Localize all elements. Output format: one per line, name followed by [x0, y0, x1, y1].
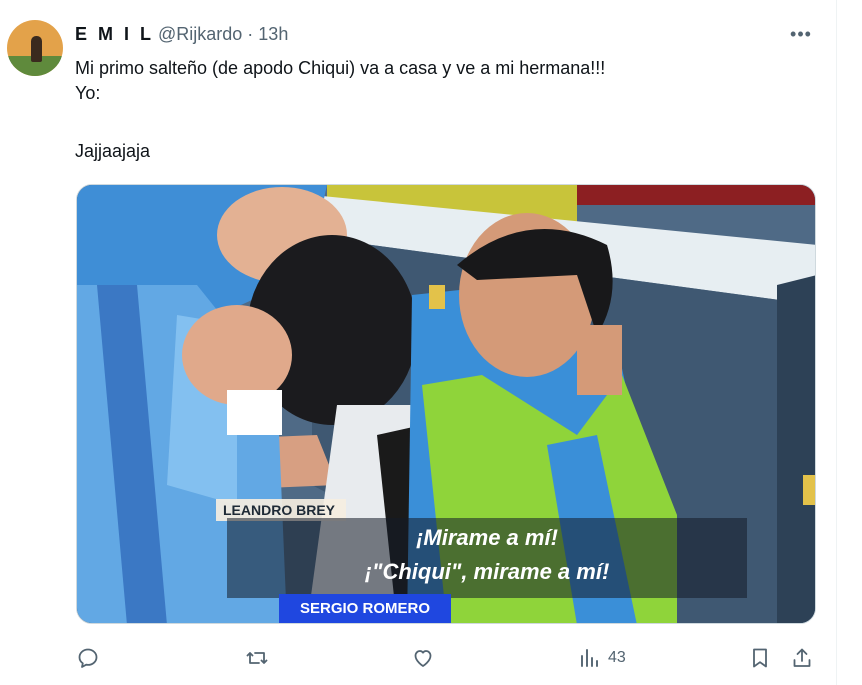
- tweet-timestamp[interactable]: 13h: [258, 24, 288, 45]
- author-name[interactable]: E M I L: [75, 24, 154, 45]
- views-button[interactable]: 43: [578, 640, 626, 676]
- avatar[interactable]: [7, 20, 63, 76]
- share-button[interactable]: [790, 640, 814, 676]
- reply-button[interactable]: [76, 640, 100, 676]
- subtitle-line-1: ¡Mirame a mí!: [416, 525, 558, 550]
- tweet-text: Mi primo salteño (de apodo Chiqui) va a …: [75, 56, 815, 164]
- more-options-icon[interactable]: •••: [786, 22, 816, 46]
- tweet-actions-bar: 43: [0, 640, 836, 676]
- retweet-icon: [246, 652, 268, 664]
- views-icon: [581, 649, 598, 667]
- like-button[interactable]: [411, 640, 435, 676]
- tweet-text-line: Mi primo salteño (de apodo Chiqui) va a …: [75, 58, 606, 78]
- retweet-button[interactable]: [245, 640, 269, 676]
- tweet-text-line: Yo:: [75, 83, 101, 103]
- name-tag-sergio: SERGIO ROMERO: [279, 594, 451, 623]
- tweet-header: E M I L @Rijkardo · 13h: [75, 24, 288, 46]
- author-handle[interactable]: @Rijkardo: [158, 24, 242, 45]
- share-icon: [793, 648, 811, 667]
- bookmark-icon: [753, 648, 767, 668]
- subtitle-line-2: ¡"Chiqui", mirame a mí!: [364, 559, 610, 584]
- timeline-divider: [836, 0, 837, 685]
- separator-dot: ·: [247, 24, 254, 44]
- views-count: 43: [608, 649, 626, 666]
- heart-icon: [414, 650, 432, 667]
- tweet-media-image[interactable]: LEANDRO BREY ¡Mirame a mí! ¡"Chiqui", mi…: [76, 184, 816, 624]
- tweet-text-line: Jajjaajaja: [75, 141, 151, 161]
- reply-icon: [78, 648, 98, 668]
- bookmark-button[interactable]: [748, 640, 772, 676]
